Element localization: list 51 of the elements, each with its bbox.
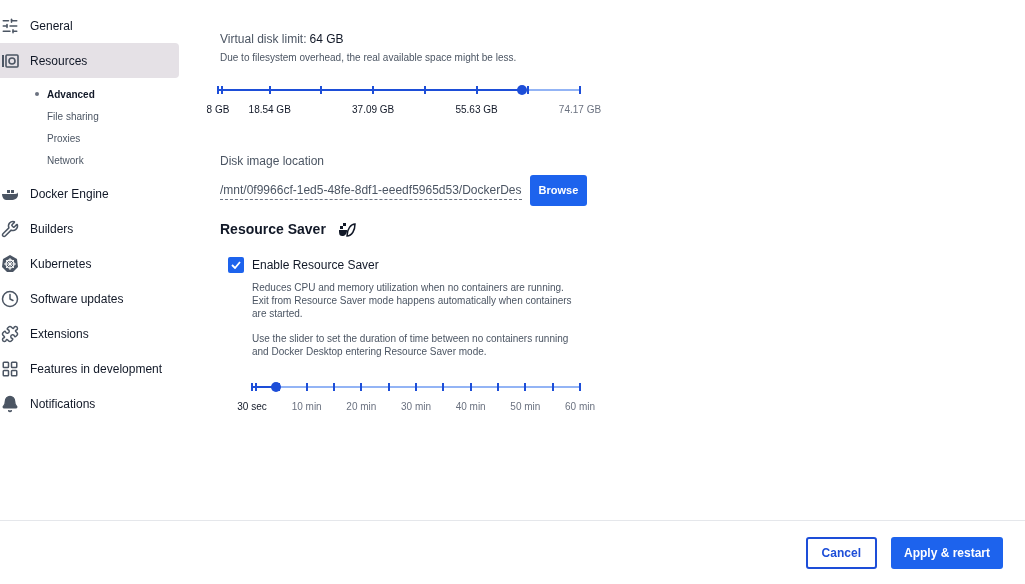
apply-button[interactable]: Apply & restart bbox=[890, 536, 1003, 569]
sidebar-subitem[interactable]: Proxies bbox=[0, 127, 179, 149]
slider-label: 30 min bbox=[401, 400, 431, 414]
disk-limit-label: Virtual disk limit: bbox=[220, 31, 307, 48]
check-icon bbox=[231, 261, 241, 269]
browse-button[interactable]: Browse bbox=[529, 175, 588, 206]
sidebar-item[interactable]: Kubernetes bbox=[0, 246, 179, 281]
location-field[interactable]: /mnt/0f9966cf-1ed5-48fe-8df1-eeedf5965d53/DockerDes bbox=[220, 181, 522, 200]
checkbox-label: Enable Resource Saver bbox=[252, 257, 379, 274]
slider-label: 60 min bbox=[565, 400, 595, 414]
sidebar-item[interactable]: Builders bbox=[0, 211, 179, 246]
location-label: Disk image location bbox=[220, 153, 326, 170]
slider-thumb[interactable] bbox=[270, 382, 281, 392]
sidebar-item[interactable]: Notifications bbox=[0, 386, 179, 421]
disk-limit-value: 64 GB bbox=[309, 31, 344, 48]
bell-icon bbox=[1, 394, 19, 413]
slider-label: 50 min bbox=[510, 400, 541, 414]
sidebar-item[interactable]: Resources bbox=[0, 43, 179, 78]
slider-label: 20 min bbox=[346, 400, 377, 414]
sidebar-subitem[interactable]: Network bbox=[0, 149, 179, 171]
slider-label: 8 GB bbox=[206, 103, 230, 117]
sidebar-subitem[interactable]: File sharing bbox=[0, 105, 179, 127]
wrench-icon bbox=[1, 219, 19, 238]
sidebar-item[interactable]: General bbox=[0, 8, 179, 43]
saver-hint: Use the slider to set the duration of time between no containers running and Docker Desktop entering Resource Saver mode. bbox=[252, 332, 570, 358]
sidebar-item[interactable]: Features in development bbox=[0, 351, 179, 386]
slider-label: 55.63 GB bbox=[455, 103, 498, 117]
sidebar-item[interactable]: Software updates bbox=[0, 281, 179, 316]
slider-label: 37.09 GB bbox=[352, 103, 395, 117]
slider-label: 10 min bbox=[291, 400, 322, 414]
disk-limit-hint: Due to filesystem overhead, the real available space might be less. bbox=[220, 51, 518, 65]
whale-leaf-icon bbox=[337, 221, 356, 238]
sidebar-item[interactable]: Extensions bbox=[0, 316, 179, 351]
slider-label: 18.54 GB bbox=[248, 103, 291, 117]
sidebar-subitem[interactable]: Advanced bbox=[0, 83, 179, 105]
slider-track[interactable] bbox=[218, 84, 580, 96]
section-title: Resource Saver bbox=[220, 220, 326, 239]
slider-thumb[interactable] bbox=[517, 85, 528, 95]
sidebar-item[interactable]: Docker Engine bbox=[0, 176, 179, 211]
slider-label: 74.17 GB bbox=[558, 103, 602, 117]
slider-label: 40 min bbox=[455, 400, 486, 414]
slider-track[interactable] bbox=[252, 381, 580, 393]
grid-icon bbox=[1, 359, 19, 378]
checkbox[interactable] bbox=[228, 257, 244, 273]
slider-label: 30 sec bbox=[237, 400, 267, 414]
puzzle-icon bbox=[1, 324, 19, 343]
cancel-button[interactable]: Cancel bbox=[805, 536, 877, 569]
disk-icon bbox=[1, 51, 19, 70]
sliders-icon bbox=[1, 16, 19, 35]
clock-icon bbox=[1, 289, 19, 308]
saver-description: Reduces CPU and memory utilization when no containers are running. Exit from Resource Saver mode happens automatically when containers are started. bbox=[252, 281, 573, 320]
